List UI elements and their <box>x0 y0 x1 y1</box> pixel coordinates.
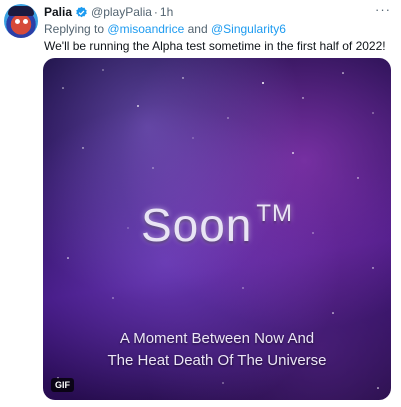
avatar-hair <box>8 6 34 16</box>
avatar[interactable] <box>4 4 38 38</box>
reply-user-link[interactable]: @misoandrice <box>107 22 184 36</box>
gif-title: Soon TM <box>43 198 391 252</box>
gif-media[interactable]: Soon TM A Moment Between Now And The Heat… <box>43 58 391 400</box>
caption-line: A Moment Between Now And <box>119 330 315 347</box>
timestamp[interactable]: 1h <box>160 5 173 19</box>
more-options-icon[interactable]: ··· <box>375 2 391 17</box>
tweet[interactable]: Palia @playPalia · 1h ··· Replying to @m… <box>0 0 401 407</box>
reply-user-link[interactable]: @Singularity6 <box>211 22 286 36</box>
caption-line: The Heat Death Of The Universe <box>107 352 327 369</box>
avatar-eye <box>23 19 28 24</box>
trademark: TM <box>256 200 294 227</box>
author-handle[interactable]: @playPalia <box>91 5 152 19</box>
gif-badge: GIF <box>51 378 74 392</box>
tweet-text: We'll be running the Alpha test sometime… <box>44 39 386 53</box>
tweet-header: Palia @playPalia · 1h <box>44 4 173 20</box>
author-name[interactable]: Palia <box>44 5 72 19</box>
separator: · <box>153 5 158 19</box>
reply-context: Replying to @misoandrice and @Singularit… <box>44 22 286 36</box>
reply-prefix: Replying to <box>44 22 105 36</box>
gif-title-text: Soon <box>140 199 253 251</box>
reply-and: and <box>187 22 208 36</box>
verified-badge-icon <box>75 6 88 19</box>
gif-caption: A Moment Between Now And The Heat Death … <box>43 328 391 372</box>
avatar-eye <box>15 19 20 24</box>
